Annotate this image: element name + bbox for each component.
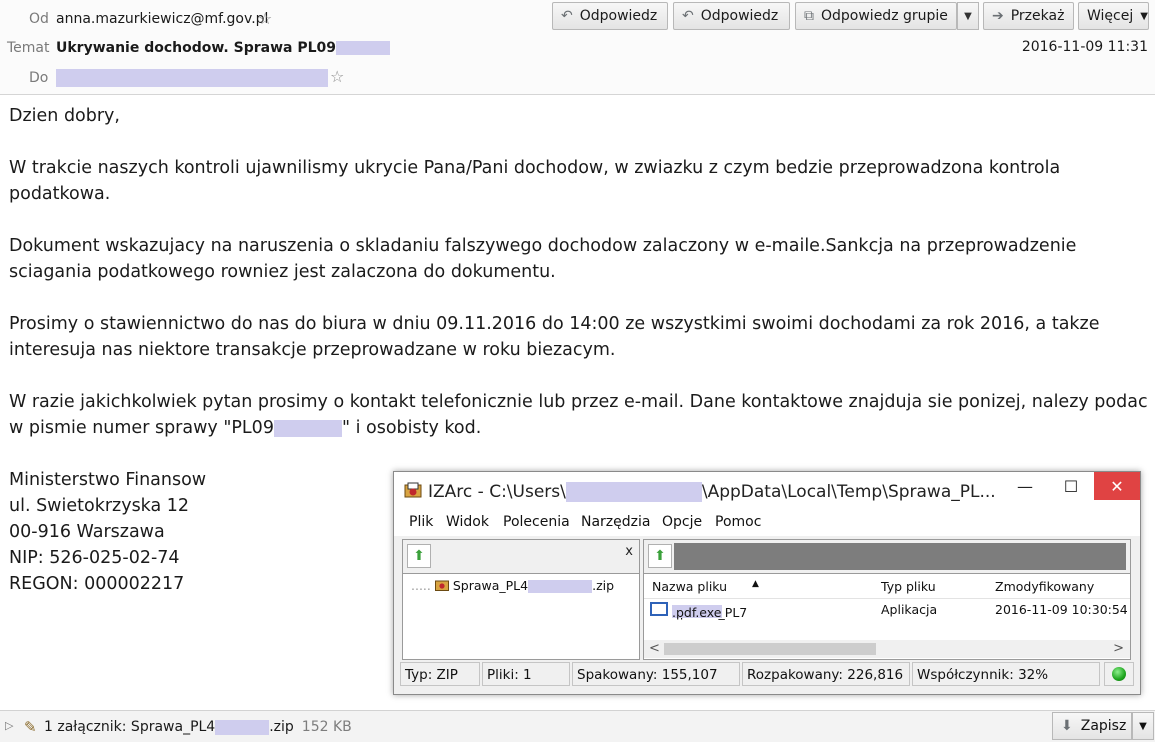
scrollbar-thumb[interactable] — [664, 643, 876, 655]
menu-widok[interactable]: Widok — [446, 514, 489, 530]
subject-value: Ukrywanie dochodow. Sprawa PL09 — [56, 40, 390, 56]
to-redacted — [56, 69, 328, 87]
window-titlebar[interactable]: IZArc - C:\Users\ \AppData\Local\Temp\Spr… — [394, 472, 1140, 510]
zip-archive-icon — [434, 580, 449, 591]
izarc-app-icon — [404, 482, 422, 498]
from-label: Od — [29, 11, 49, 27]
menu-opcje[interactable]: Opcje — [662, 514, 702, 530]
izarc-window: IZArc - C:\Users\ \AppData\Local\Temp\Spr… — [393, 471, 1141, 695]
forward-button[interactable]: ➔ Przekaż — [983, 2, 1074, 30]
chevron-down-icon: ▼ — [964, 10, 972, 22]
chevron-down-icon: ▼ — [1139, 720, 1147, 732]
redaction-block — [336, 41, 390, 55]
column-type[interactable]: Typ pliku — [881, 579, 936, 594]
executable-file-icon — [650, 602, 668, 616]
list-toolbar: ⬆ — [644, 540, 1130, 574]
star-icon[interactable]: ☆ — [258, 9, 272, 28]
status-indicator — [1104, 662, 1134, 686]
attachment-info[interactable]: 1 załącznik: Sprawa_PL4 .zip 152 KB — [44, 719, 352, 735]
reply-all-button[interactable]: ↶ Odpowiedz — [673, 2, 790, 30]
save-button[interactable]: ⬇ Zapisz — [1052, 712, 1132, 740]
scroll-left-icon[interactable]: < — [649, 641, 660, 656]
reply-group-dropdown[interactable]: ▼ — [957, 2, 979, 30]
paragraph-2: Dokument wskazujacy na naruszenia o skla… — [9, 236, 1077, 282]
path-bar — [674, 543, 1126, 570]
reply-group-button[interactable]: ⧉ Odpowiedz grupie — [795, 2, 957, 30]
attachment-size: 152 KB — [301, 719, 352, 735]
status-ratio: Współczynnik: 32% — [912, 662, 1100, 686]
status-type: Typ: ZIP — [400, 662, 480, 686]
file-modified: 2016-11-09 10:30:54 — [995, 602, 1128, 617]
message-date: 2016-11-09 11:31 — [1021, 39, 1148, 55]
green-led-icon — [1112, 667, 1126, 681]
greeting: Dzien dobry, — [9, 106, 120, 126]
sort-ascending-icon: ▲ — [752, 579, 759, 589]
paperclip-icon: ✎ — [24, 718, 37, 736]
tree-item-archive[interactable]: ..... Sprawa_PL4 .zip — [411, 578, 614, 593]
download-arrow-icon: ⬇ — [1061, 718, 1073, 734]
tree-connector: ..... — [411, 578, 431, 593]
status-packed: Spakowany: 155,107 — [572, 662, 740, 686]
redaction-block — [273, 419, 342, 437]
paragraph-1: W trakcie naszych kontroli ujawnilismy u… — [9, 158, 1061, 204]
scroll-right-icon[interactable]: > — [1113, 641, 1124, 656]
file-type: Aplikacja — [881, 602, 938, 617]
reply-button[interactable]: ↶ Odpowiedz — [552, 2, 668, 30]
menu-bar: Plik Widok Polecenia Narzędzia Opcje Pom… — [394, 510, 1140, 536]
paragraph-3: Prosimy o stawiennictwo do nas do biura … — [9, 314, 1100, 360]
menu-narzedzia[interactable]: Narzędzia — [581, 514, 650, 530]
folder-tree-pane: ⬆ x ..... Sprawa_PL4 .zip — [402, 539, 640, 660]
status-unpacked: Rozpakowany: 226,816 — [742, 662, 910, 686]
column-name[interactable]: Nazwa pliku — [652, 579, 727, 594]
menu-pomoc[interactable]: Pomoc — [715, 514, 761, 530]
subject-text: Ukrywanie dochodow. Sprawa PL09 — [56, 40, 336, 56]
column-modified[interactable]: Zmodyfikowany — [995, 579, 1094, 594]
table-row[interactable]: Sprawa_PL7.pdf.exe Aplikacja 2016-11-09 … — [644, 599, 1130, 621]
chevron-down-icon: ▼ — [1140, 10, 1148, 22]
reply-arrow-icon: ↶ — [561, 8, 573, 24]
to-label: Do — [29, 70, 49, 86]
column-header-row: ▲ Nazwa pliku Typ pliku Zmodyfikowany — [644, 574, 1130, 599]
pane-close-icon[interactable]: x — [625, 544, 633, 559]
redaction-block — [528, 580, 593, 593]
tree-toolbar: ⬆ x — [403, 540, 639, 574]
window-title: IZArc - C:\Users\ \AppData\Local\Temp\Spr… — [428, 482, 996, 502]
folder-up-icon[interactable]: ⬆ — [648, 544, 672, 568]
save-dropdown[interactable]: ▼ — [1132, 712, 1154, 740]
subject-label: Temat — [7, 40, 50, 56]
redaction-block — [215, 719, 270, 735]
paragraph-4: W razie jakichkolwiek pytan prosimy o ko… — [9, 392, 1148, 438]
more-button[interactable]: Więcej ▼ — [1078, 2, 1149, 30]
message-header: Od anna.mazurkiewicz@mf.gov.pl ☆ Temat U… — [0, 0, 1155, 95]
maximize-button[interactable]: ☐ — [1048, 472, 1094, 500]
folder-up-icon[interactable]: ⬆ — [407, 544, 431, 568]
reply-group-icon: ⧉ — [804, 8, 814, 24]
from-address[interactable]: anna.mazurkiewicz@mf.gov.pl — [56, 11, 268, 27]
star-icon[interactable]: ☆ — [330, 67, 344, 86]
status-files: Pliki: 1 — [482, 662, 570, 686]
redaction-block — [565, 482, 702, 502]
menu-polecenia[interactable]: Polecenia — [503, 514, 570, 530]
reply-arrow-icon: ↶ — [682, 8, 694, 24]
horizontal-scrollbar[interactable]: < > — [644, 640, 1130, 658]
expand-triangle-icon[interactable]: ▷ — [5, 719, 13, 732]
forward-arrow-icon: ➔ — [992, 8, 1004, 24]
file-list-pane: ⬆ ▲ Nazwa pliku Typ pliku Zmodyfikowany … — [643, 539, 1131, 660]
minimize-button[interactable]: — — [1002, 472, 1048, 500]
close-button[interactable]: ✕ — [1094, 472, 1140, 500]
menu-plik[interactable]: Plik — [409, 514, 433, 530]
status-bar: Typ: ZIP Pliki: 1 Spakowany: 155,107 Roz… — [400, 662, 1134, 688]
attachment-bar: ▷ ✎ 1 załącznik: Sprawa_PL4 .zip 152 KB ⬇ Z… — [0, 710, 1155, 742]
